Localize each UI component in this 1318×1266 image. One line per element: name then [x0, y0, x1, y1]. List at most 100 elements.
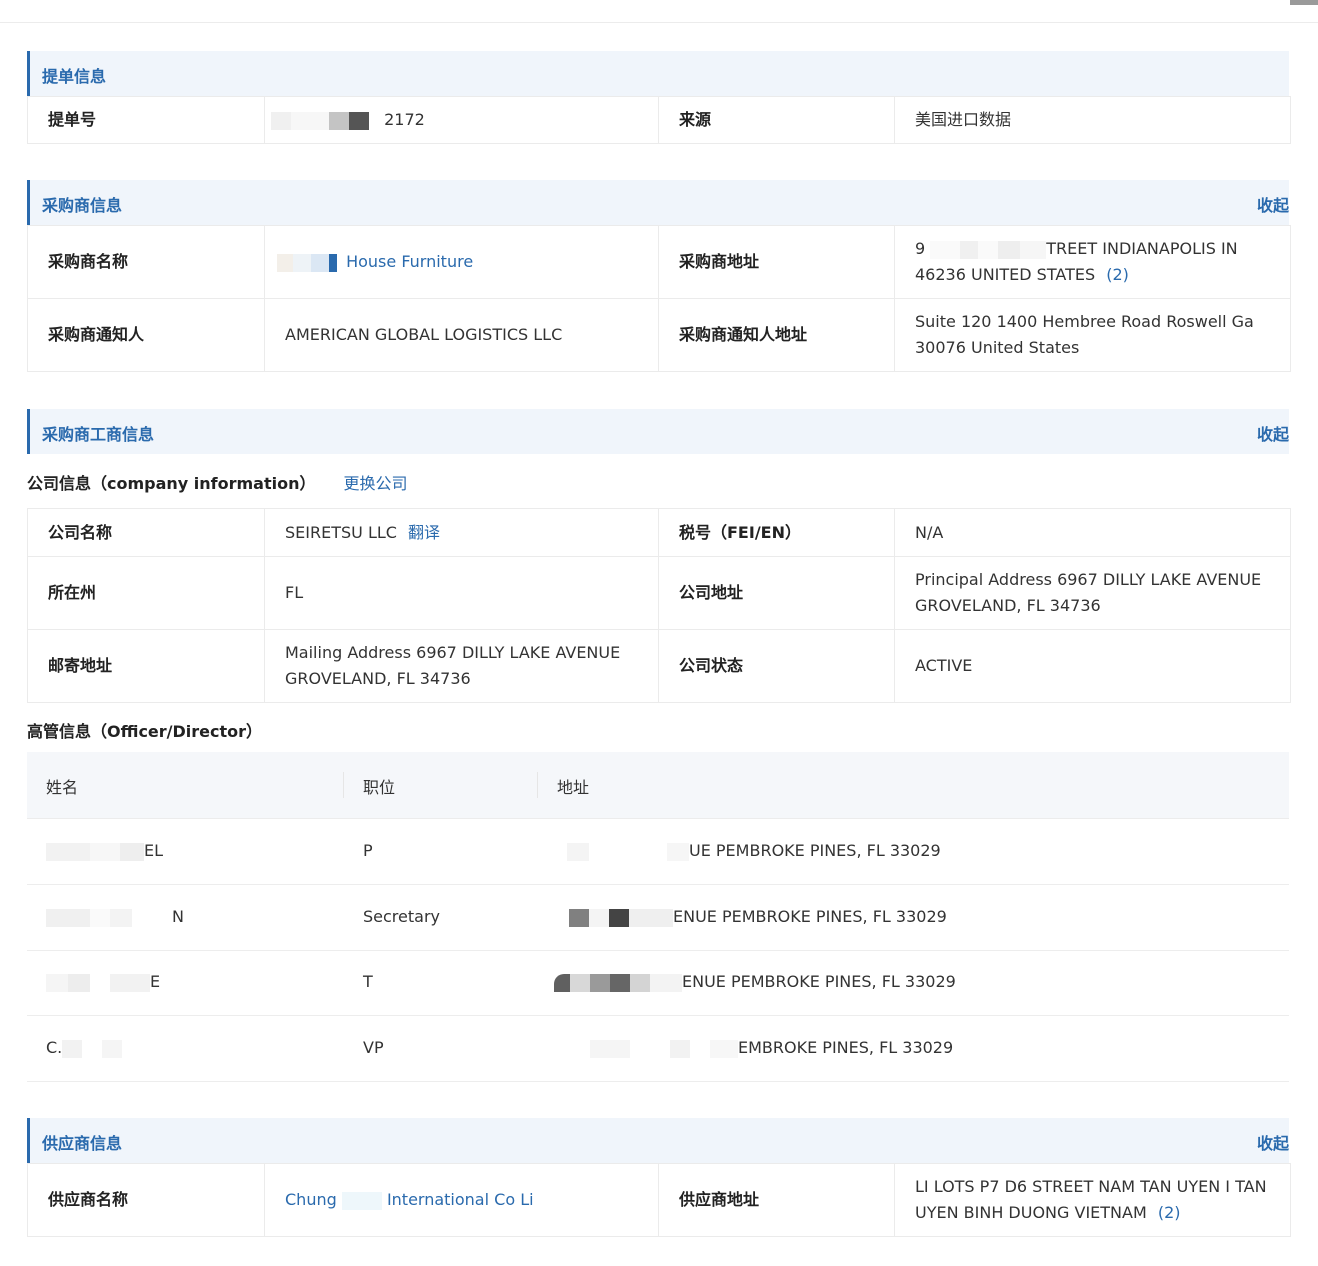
buyer-address-count-link[interactable]: (2): [1106, 265, 1129, 284]
mail-address-line1: Mailing Address 6967 DILLY LAKE AVENUE: [285, 643, 621, 662]
blurred-block: [46, 973, 68, 992]
buyer-section-header: 采购商信息 收起: [27, 180, 1289, 225]
supplier-section-header: 供应商信息 收起: [27, 1118, 1289, 1163]
blurred-block: [110, 973, 150, 992]
officer-table-header: 姓名 职位 地址: [27, 752, 1289, 819]
supplier-name-link-part1[interactable]: Chung: [285, 1190, 337, 1209]
officer-header-name: 姓名: [46, 778, 79, 797]
officer-name-cell: EL: [46, 841, 163, 861]
supplier-name-cell[interactable]: Chung International Co Li: [264, 1163, 659, 1237]
officer-subtitle: 高管信息（Officer/Director）: [27, 722, 263, 741]
blurred-block: [90, 842, 120, 861]
tax-label: 税号（FEI/EN）: [658, 508, 895, 557]
status-label: 公司状态: [658, 629, 895, 703]
buyer-name-link[interactable]: House Furniture: [346, 252, 473, 271]
supplier-name-link-part2[interactable]: International Co Li: [387, 1190, 534, 1209]
officer-address: ENUE PEMBROKE PINES, FL 33029: [682, 972, 956, 991]
biz-collapse-button[interactable]: 收起: [1257, 421, 1289, 445]
tax-value: N/A: [894, 508, 1291, 557]
officer-name: N: [172, 907, 184, 926]
mail-label: 邮寄地址: [27, 629, 265, 703]
company-address-line2: GROVELAND, FL 34736: [915, 596, 1101, 615]
blurred-block: [590, 1039, 630, 1058]
officer-address-cell: ENUE PEMBROKE PINES, FL 33029: [554, 972, 956, 992]
mail-address-line2: GROVELAND, FL 34736: [285, 669, 471, 688]
company-name-value: SEIRETSU LLC: [285, 522, 397, 542]
table-row: EL P UE PEMBROKE PINES, FL 33029: [27, 819, 1289, 885]
supplier-address-count-link[interactable]: (2): [1158, 1203, 1181, 1222]
blurred-block: [690, 1039, 710, 1058]
source-label: 来源: [658, 96, 895, 144]
buyer-address-label: 采购商地址: [658, 225, 895, 299]
scrollbar-thumb[interactable]: [1290, 0, 1318, 5]
blurred-block: [650, 973, 682, 992]
blurred-block: [630, 973, 650, 992]
blurred-block: [349, 111, 369, 130]
bill-section-title: 提单信息: [42, 67, 107, 86]
blurred-block: [102, 1039, 123, 1058]
blurred-block: [90, 973, 110, 992]
translate-link[interactable]: 翻译: [408, 523, 440, 542]
officer-name-cell: E: [46, 972, 160, 992]
buyer-collapse-button[interactable]: 收起: [1257, 192, 1289, 216]
blurred-block: [667, 842, 689, 861]
blurred-block: [341, 1191, 382, 1210]
blurred-block: [630, 1039, 670, 1058]
status-value: ACTIVE: [894, 629, 1291, 703]
blurred-block: [110, 908, 132, 927]
officer-name-cell: N: [46, 907, 184, 927]
buyer-address-line1: 9: [915, 239, 926, 258]
supplier-address-label: 供应商地址: [658, 1163, 895, 1237]
buyer-name-cell: House Furniture: [264, 225, 659, 299]
officer-address: UE PEMBROKE PINES, FL 33029: [689, 841, 941, 860]
bill-no-value: 2172: [384, 110, 425, 129]
bill-section-header: 提单信息: [27, 51, 1289, 96]
table-row: N Secretary ENUE PEMBROKE PINES, FL 3302…: [27, 885, 1289, 951]
blurred-block: [1020, 240, 1047, 259]
blurred-block: [132, 908, 172, 927]
supplier-name-label: 供应商名称: [27, 1163, 265, 1237]
company-name-cell: SEIRETSU LLC 翻译: [264, 508, 659, 557]
blurred-block: [62, 1039, 83, 1058]
state-value: FL: [264, 556, 659, 630]
company-info-subtitle: 公司信息（company information） 更换公司: [27, 470, 408, 494]
blurred-block: [710, 1039, 738, 1058]
mail-address-cell: Mailing Address 6967 DILLY LAKE AVENUE G…: [264, 629, 659, 703]
table-row: E T ENUE PEMBROKE PINES, FL 33029: [27, 950, 1289, 1016]
notify-address-line2: 30076 United States: [915, 338, 1080, 357]
column-divider: [343, 772, 344, 798]
blurred-block: [590, 973, 610, 992]
supplier-collapse-button[interactable]: 收起: [1257, 1130, 1289, 1154]
blurred-block: [960, 240, 979, 259]
biz-section-header: 采购商工商信息 收起: [27, 409, 1289, 454]
blurred-block: [68, 973, 90, 992]
blurred-block: [293, 253, 311, 272]
buyer-address-line2: 46236 UNITED STATES: [915, 265, 1096, 284]
blurred-block: [930, 240, 961, 259]
officer-address: ENUE PEMBROKE PINES, FL 33029: [673, 907, 947, 926]
company-name-label: 公司名称: [27, 508, 265, 557]
officer-name: C.: [46, 1038, 63, 1057]
officer-name-cell: C.: [46, 1038, 123, 1058]
blurred-block: [567, 842, 589, 861]
buyer-table: 采购商名称 House Furniture 采购商地址 9 TREET INDI…: [27, 225, 1291, 372]
notify-value: AMERICAN GLOBAL LOGISTICS LLC: [264, 298, 659, 372]
bill-table: 提单号 2172 来源 美国进口数据: [27, 96, 1291, 144]
officer-address: EMBROKE PINES, FL 33029: [738, 1038, 954, 1057]
officer-position: T: [363, 972, 373, 991]
company-address-label: 公司地址: [658, 556, 895, 630]
officer-position: P: [363, 841, 373, 860]
blurred-block: [569, 908, 589, 927]
supplier-table: 供应商名称 Chung International Co Li 供应商地址 LI…: [27, 1163, 1291, 1237]
change-company-link[interactable]: 更换公司: [344, 474, 408, 493]
supplier-section-title: 供应商信息: [42, 1134, 123, 1153]
officer-address-cell: UE PEMBROKE PINES, FL 33029: [567, 841, 941, 861]
buyer-address-line1b: TREET INDIANAPOLIS IN: [1046, 239, 1238, 258]
blurred-block: [311, 253, 329, 272]
officer-position: Secretary: [363, 907, 440, 926]
blurred-block: [271, 111, 291, 130]
blurred-block: [670, 1039, 690, 1058]
blurred-block: [277, 253, 293, 272]
source-value: 美国进口数据: [894, 96, 1291, 144]
officer-header-position: 职位: [363, 778, 396, 797]
